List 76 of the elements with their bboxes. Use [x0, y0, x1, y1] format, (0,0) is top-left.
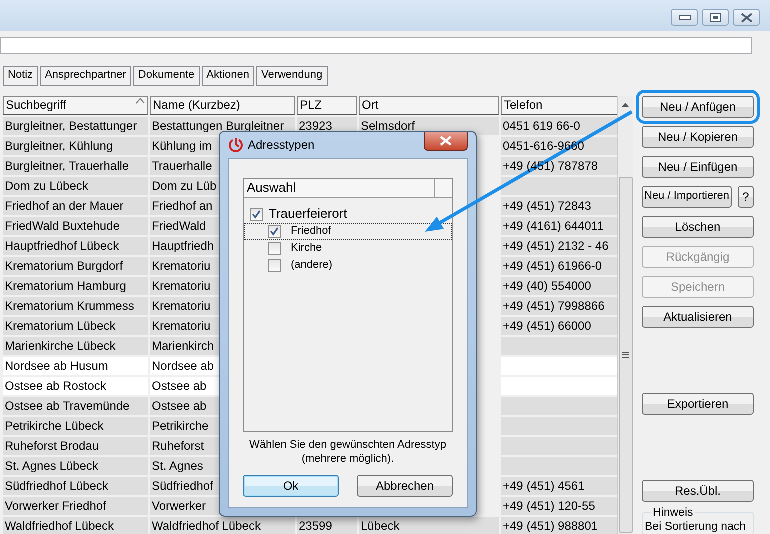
table-cell: +49 (451) 61966-0 — [501, 257, 620, 275]
table-cell: Krematorium Burgdorf — [3, 257, 148, 275]
dialog-button[interactable]: Ok — [243, 475, 339, 497]
app-icon — [228, 137, 244, 153]
scrollbar-thumb[interactable] — [618, 177, 632, 533]
tab[interactable]: Aktionen — [202, 66, 254, 86]
action-button[interactable]: Aktualisieren — [642, 306, 754, 328]
table-cell: +49 (451) 7998866 — [501, 297, 620, 315]
grip-icon — [622, 352, 629, 358]
checkbox[interactable] — [250, 208, 263, 220]
table-cell: Krematorium Lübeck — [3, 317, 148, 335]
tab[interactable]: Dokumente — [133, 66, 200, 86]
table-cell: +49 (451) 66000 — [501, 317, 620, 335]
maximize-icon — [710, 13, 721, 22]
text-field[interactable] — [0, 37, 752, 54]
close-icon — [440, 136, 452, 146]
table-cell: Südfriedhof Lübeck — [3, 477, 148, 495]
table-cell: 0451 619 66-0 — [501, 117, 620, 135]
table-cell: Lübeck — [359, 517, 499, 534]
scrollbar-track[interactable] — [617, 96, 633, 534]
action-button[interactable]: Exportieren — [642, 393, 754, 415]
maximize-button[interactable] — [702, 9, 729, 26]
table-cell: Ostsee ab Travemünde — [3, 397, 148, 415]
table-cell: FriedWald Buxtehude — [3, 217, 148, 235]
minimize-button[interactable] — [671, 9, 698, 26]
action-button[interactable]: Neu / Kopieren — [642, 126, 754, 148]
table-cell: +49 (451) 988801 — [501, 517, 620, 534]
table-cell: Burgleitner, Kühlung — [3, 137, 148, 155]
table-cell: Nordsee ab Husum — [3, 357, 148, 375]
action-button[interactable]: Neu / Anfügen — [642, 96, 754, 118]
table-cell: +49 (451) 72843 — [501, 197, 620, 215]
table-cell: Waldfriedhof Lübeck — [3, 517, 148, 534]
column-header: Auswahl — [244, 179, 435, 197]
tab[interactable]: Ansprechpartner — [40, 66, 132, 86]
table-cell: Krematorium Hamburg — [3, 277, 148, 295]
table-cell: Krematorium Krummess — [3, 297, 148, 315]
table-cell: Marienkirche Lübeck — [3, 337, 148, 355]
dialog-button[interactable]: Abbrechen — [357, 475, 453, 497]
tab[interactable]: Notiz — [3, 66, 38, 86]
table-cell: +49 (451) 2132 - 46 — [501, 237, 620, 255]
table-cell: Dom zu Lübeck — [3, 177, 148, 195]
column-header[interactable]: Telefon — [501, 96, 620, 115]
hint-text: Bei Sortierung nach — [645, 520, 748, 534]
table-cell: Vorwerker Friedhof — [3, 497, 148, 515]
table-cell: +49 (451) 4561 — [501, 477, 620, 495]
table-cell: Burgleitner, Bestattunger — [3, 117, 148, 135]
table-cell: Hauptfriedhof Lübeck — [3, 237, 148, 255]
column-header[interactable]: PLZ — [297, 96, 357, 115]
close-icon — [740, 12, 752, 22]
tab[interactable]: Verwendung — [256, 66, 328, 86]
action-button[interactable]: Löschen — [642, 216, 754, 238]
action-button[interactable]: Neu / Importieren — [642, 186, 732, 208]
close-button[interactable] — [733, 9, 760, 26]
table-cell: St. Agnes Lübeck — [3, 457, 148, 475]
table-cell: Ruheforst Brodau — [3, 437, 148, 455]
checkbox[interactable] — [268, 225, 281, 238]
action-button[interactable]: Neu / Einfügen — [642, 156, 754, 178]
column-header[interactable]: Ort — [359, 96, 499, 115]
table-cell: Friedhof an der Mauer — [3, 197, 148, 215]
table-cell: Burgleitner, Trauerhalle — [3, 157, 148, 175]
action-button[interactable]: ? — [738, 186, 754, 208]
table-cell: Waldfriedhof Lübeck — [150, 517, 295, 534]
action-button[interactable]: Res.Übl. — [642, 480, 754, 502]
column-header[interactable]: Name (Kurzbez) — [150, 96, 295, 115]
minimize-icon — [678, 14, 690, 20]
column-header[interactable]: Suchbegriff — [3, 96, 148, 115]
close-button[interactable] — [424, 132, 468, 151]
table-cell: Petrikirche Lübeck — [3, 417, 148, 435]
table-cell: +49 (451) 120-55 — [501, 497, 620, 515]
table-cell: +49 (40) 554000 — [501, 277, 620, 295]
table-cell: +49 (4161) 644011 — [501, 217, 620, 235]
checkbox[interactable] — [268, 242, 281, 255]
table-cell: Ostsee ab Rostock — [3, 377, 148, 395]
caret-up-icon — [622, 102, 629, 106]
checkbox[interactable] — [268, 259, 281, 272]
table-cell: 23599 — [297, 517, 357, 534]
